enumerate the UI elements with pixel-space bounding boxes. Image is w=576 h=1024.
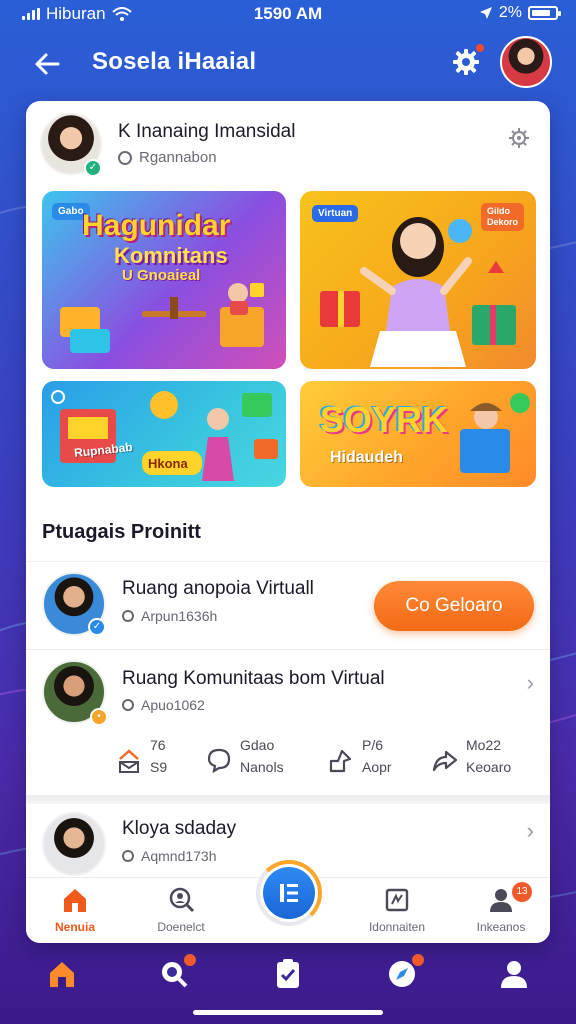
search-icon	[122, 610, 134, 622]
tile-subtitle-2: U Gnoaieal	[122, 267, 201, 284]
people-icon	[490, 889, 512, 912]
home-icon	[64, 889, 86, 912]
battery-icon	[528, 6, 561, 20]
notification-dot	[184, 954, 196, 966]
row-subtitle: Arpun1636h	[141, 608, 218, 624]
chevron-right-icon: ›	[526, 818, 534, 843]
row-subtitle: Aqmnd173h	[141, 848, 217, 864]
row-title: Ruang Komunitaas bom Virtual	[122, 668, 385, 689]
chart-icon	[119, 749, 139, 773]
battery-percent: 2%	[498, 4, 522, 21]
notification-dot	[474, 42, 486, 54]
list-icon	[280, 884, 298, 902]
stat-item[interactable]: P/6 Aopr	[328, 737, 428, 787]
user-avatar[interactable]	[500, 36, 552, 88]
nav-home[interactable]	[42, 954, 82, 994]
stat-value: 76	[150, 737, 166, 753]
stat-value: Mo22	[466, 737, 502, 753]
verified-check-icon: ✓	[84, 159, 102, 177]
notification-dot	[412, 954, 424, 966]
tile-title: SOYRK	[320, 399, 449, 440]
app-header: Sosela iHaaial	[0, 36, 576, 92]
notification-badge: 13	[512, 882, 532, 902]
tab-people[interactable]: 13 Inkeanos	[456, 882, 546, 940]
document-icon	[385, 888, 409, 912]
home-indicator[interactable]	[193, 1010, 383, 1015]
cta-button[interactable]: Co Geloaro	[374, 581, 534, 631]
verified-check-icon: ✓	[88, 618, 106, 636]
tile-title: Hagunidar	[82, 209, 231, 242]
profile-icon	[501, 961, 527, 988]
tab-label: Nenuia	[54, 920, 95, 934]
nav-tasks[interactable]	[268, 954, 308, 994]
tile-activities[interactable]: Rupnabab Hkona	[42, 381, 286, 487]
nav-profile[interactable]	[494, 954, 534, 994]
row-title: Ruang anopoia Virtuall	[122, 578, 314, 599]
search-icon	[122, 850, 134, 862]
page-title: Sosela iHaaial	[92, 48, 257, 75]
stat-value: Gdao	[240, 737, 275, 753]
tile-subtitle: Hidaudeh	[330, 449, 403, 466]
tab-home[interactable]: Nenuia	[30, 886, 120, 940]
stat-label: Aopr	[362, 759, 392, 775]
tile-soyrk[interactable]: SOYRK Hidaudeh	[300, 381, 536, 487]
stat-label: Keoaro	[466, 759, 512, 775]
forward-icon	[432, 750, 458, 772]
home-icon	[50, 962, 74, 987]
tab-label: Inkeanos	[476, 920, 526, 934]
bottom-navigation	[0, 948, 576, 1000]
profile-name: K Inanaing Imansidal	[118, 121, 296, 142]
game-pieces-illustration	[60, 283, 264, 353]
tile-subtitle: Komnitans	[114, 243, 228, 268]
stat-label: Nanols	[240, 759, 284, 775]
nav-search[interactable]	[154, 954, 196, 994]
tile-community-game[interactable]: Gabo Hagunidar Komnitans U Gnoaieal	[42, 191, 286, 369]
tab-discover[interactable]: Doenelct	[136, 886, 226, 940]
stat-value: P/6	[362, 737, 384, 753]
character-box-illustration	[460, 393, 530, 473]
stat-label: S9	[150, 759, 168, 775]
profile-header: ✓ K Inanaing Imansidal Rgannabon	[40, 113, 536, 183]
back-arrow-icon[interactable]	[30, 46, 66, 82]
row-avatar	[42, 812, 106, 876]
profile-settings-icon[interactable]	[508, 127, 530, 149]
location-ring-icon	[118, 150, 132, 165]
badge-icon: •	[90, 708, 108, 726]
stat-item[interactable]: Mo22 Keoaro	[432, 737, 536, 787]
nav-explore[interactable]	[382, 954, 424, 994]
activities-illustration	[51, 390, 278, 481]
stat-item[interactable]: Gdao Nanols	[206, 737, 316, 787]
location-arrow-icon	[479, 7, 492, 19]
share-icon	[329, 749, 352, 773]
row-subtitle: Apuo1062	[141, 697, 205, 713]
search-person-icon	[169, 887, 195, 913]
center-action-button[interactable]	[256, 860, 322, 926]
clipboard-check-icon	[277, 959, 299, 988]
tab-label: Doenelct	[157, 920, 205, 934]
profile-subtitle: Rgannabon	[139, 149, 217, 166]
inner-tab-bar: Nenuia Doenelct Idonnaiten 13 Inkeanos	[26, 860, 550, 943]
girl-with-gifts-illustration	[320, 217, 516, 367]
chevron-right-icon: ›	[526, 670, 534, 695]
chat-icon	[207, 748, 231, 773]
row-title: Kloya sdaday	[122, 818, 237, 839]
status-bar: Hiburan 1590 AM 2%	[0, 0, 576, 30]
stat-item[interactable]: 76 S9	[116, 737, 206, 787]
tile-virtual-gifts[interactable]: Virtuan Gildo Dekoro	[300, 191, 536, 369]
main-card: ✓ K Inanaing Imansidal Rgannabon Gabo Ha…	[26, 101, 550, 943]
tile-subtitle: Hkona	[148, 456, 188, 471]
section-title: Ptuagais Proinitt	[42, 521, 201, 543]
stats-row: 76 S9 Gdao Nanols P/6 Aopr Mo22 Keoaro	[116, 737, 536, 787]
search-icon	[122, 699, 134, 711]
tab-documents[interactable]: Idonnaiten	[352, 886, 442, 940]
tab-label: Idonnaiten	[368, 920, 426, 934]
